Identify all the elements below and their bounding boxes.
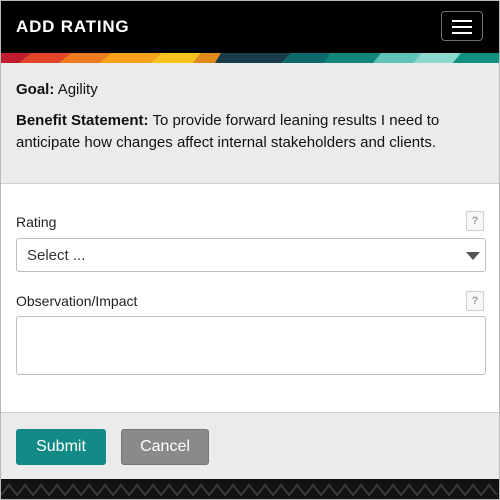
cancel-button[interactable]: Cancel <box>121 429 209 465</box>
form-footer: Submit Cancel <box>1 412 499 479</box>
goal-label: Goal: <box>16 81 55 98</box>
hamburger-menu-icon <box>452 20 472 22</box>
observation-label: Observation/Impact <box>16 293 138 309</box>
benefit-label: Benefit Statement: <box>16 112 149 129</box>
add-rating-dialog: ADD RATING Goal: Agility Benefit Stateme… <box>0 0 500 500</box>
hamburger-menu-button[interactable] <box>441 11 483 41</box>
rating-help-button[interactable]: ? <box>466 211 484 231</box>
page-title: ADD RATING <box>16 17 130 36</box>
decorative-pattern-band <box>1 479 499 499</box>
app-header: ADD RATING <box>1 1 499 53</box>
goal-info-panel: Goal: Agility Benefit Statement: To prov… <box>1 63 499 184</box>
decorative-color-stripe <box>1 53 499 63</box>
goal-line: Goal: Agility <box>16 79 98 101</box>
benefit-statement: Benefit Statement: To provide forward le… <box>16 110 486 154</box>
rating-label: Rating <box>16 214 57 230</box>
submit-button[interactable]: Submit <box>16 429 106 465</box>
goal-value: Agility <box>57 81 98 98</box>
chevron-down-icon <box>466 252 480 260</box>
observation-help-button[interactable]: ? <box>466 291 484 311</box>
rating-select-value: Select ... <box>27 247 86 264</box>
observation-textarea[interactable] <box>16 316 486 375</box>
rating-select[interactable]: Select ... <box>16 238 486 272</box>
